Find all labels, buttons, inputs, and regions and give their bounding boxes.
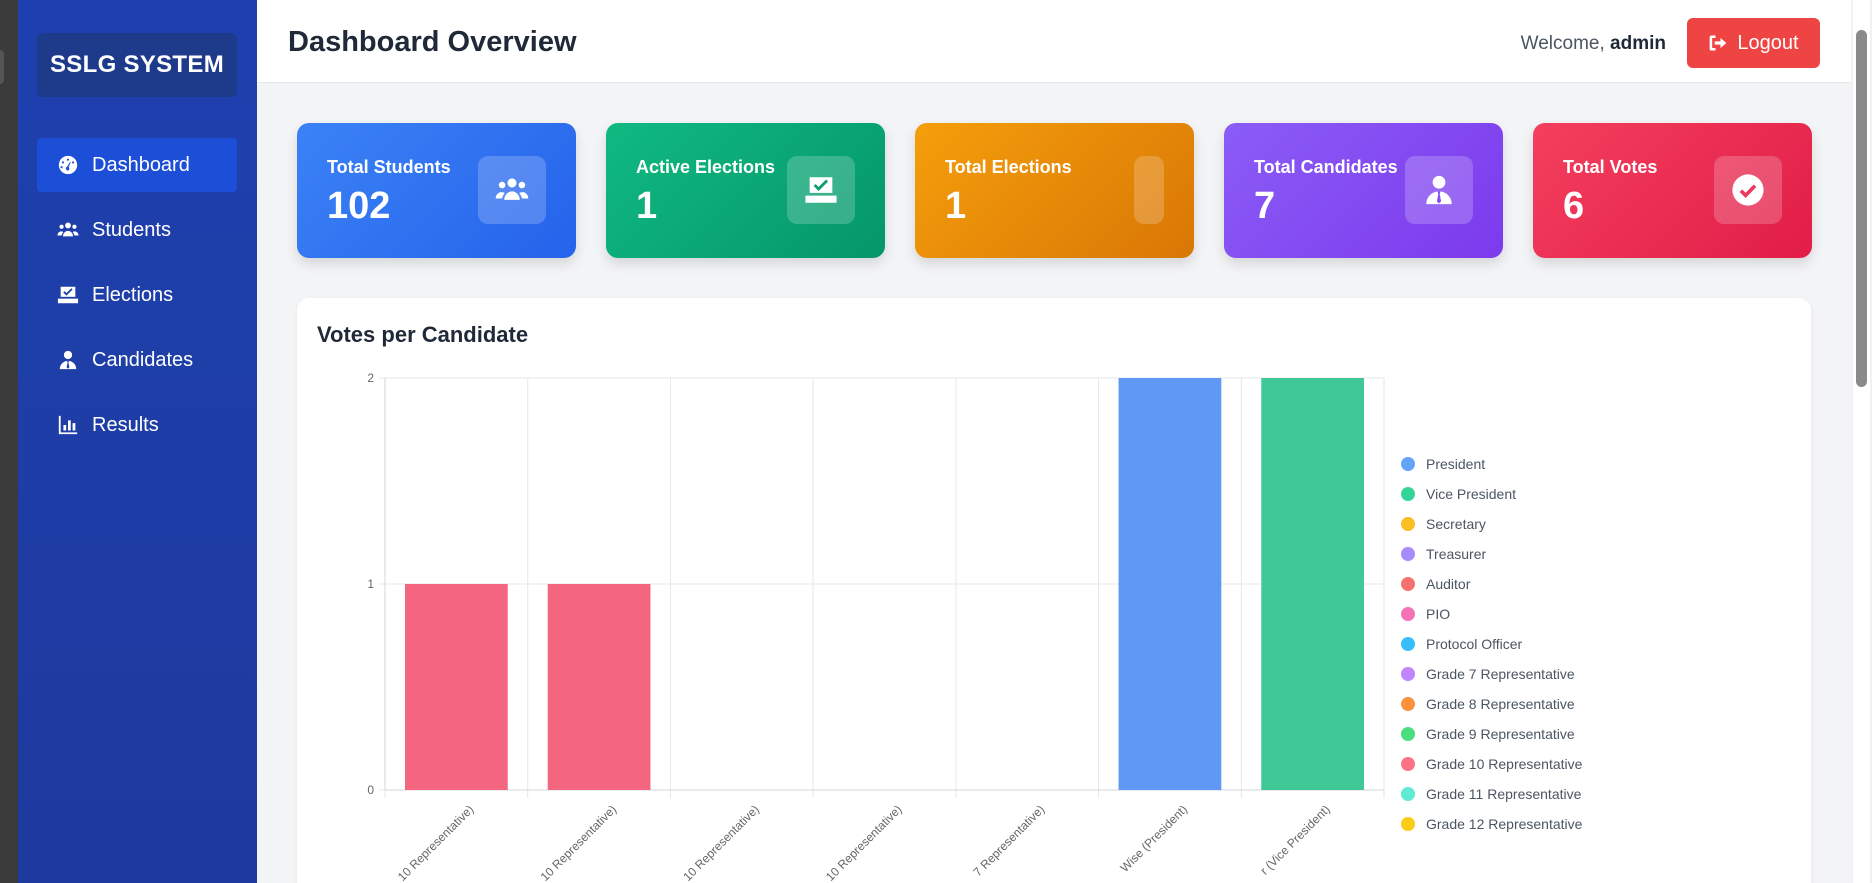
page-title: Dashboard Overview <box>288 26 577 58</box>
user-tie-icon <box>1405 156 1473 224</box>
legend-label: Treasurer <box>1426 546 1487 562</box>
ballot-box-icon <box>56 283 80 307</box>
legend-swatch <box>1401 457 1415 471</box>
sidebar: SSLG SYSTEM Dashboard Students Elections… <box>18 0 257 883</box>
legend-swatch <box>1401 607 1415 621</box>
stat-label: Active Elections <box>636 157 776 177</box>
x-tick-label: Wise (President) <box>1117 802 1190 875</box>
stat-label: Total Elections <box>945 157 1072 177</box>
box-icon <box>1134 156 1164 224</box>
legend-label: PIO <box>1426 606 1450 622</box>
bar-chart-icon <box>56 413 80 437</box>
stat-label: Total Students <box>327 157 451 177</box>
stat-card-total-candidates: Total Candidates 7 <box>1224 123 1503 258</box>
x-tick-label: 10 Representative) <box>538 802 620 883</box>
stat-label: Total Candidates <box>1254 157 1398 177</box>
ballot-box-icon <box>787 156 855 224</box>
legend-swatch <box>1401 517 1415 531</box>
stat-value: 7 <box>1254 185 1276 227</box>
stat-value: 1 <box>636 185 658 227</box>
gauge-icon <box>56 153 80 177</box>
sidebar-item-candidates[interactable]: Candidates <box>37 333 237 387</box>
logout-label: Logout <box>1737 31 1799 54</box>
sidebar-item-dashboard[interactable]: Dashboard <box>37 138 237 192</box>
stat-value: 1 <box>945 185 967 227</box>
legend-label: President <box>1426 456 1485 472</box>
x-tick-label: 7 Representative) <box>970 802 1047 879</box>
sidebar-item-label: Students <box>92 218 171 241</box>
sidebar-item-elections[interactable]: Elections <box>37 268 237 322</box>
legend-swatch <box>1401 727 1415 741</box>
legend-label: Grade 12 Representative <box>1426 816 1583 832</box>
window-edge-handle <box>0 50 4 84</box>
legend-swatch <box>1401 637 1415 651</box>
page-scrollbar[interactable] <box>1851 0 1872 883</box>
legend-swatch <box>1401 577 1415 591</box>
x-tick-label: r (Vice President) <box>1257 802 1332 877</box>
legend-swatch <box>1401 487 1415 501</box>
legend-swatch <box>1401 547 1415 561</box>
sidebar-nav: Dashboard Students Elections Candidates … <box>37 138 237 463</box>
users-icon <box>478 156 546 224</box>
legend-label: Grade 11 Representative <box>1426 786 1582 802</box>
stat-card-active-elections: Active Elections 1 <box>606 123 885 258</box>
y-tick-label: 0 <box>367 783 374 797</box>
legend-label: Auditor <box>1426 576 1471 592</box>
main-content: Dashboard Overview Welcome, admin Logout… <box>257 0 1851 883</box>
votes-chart-panel: Votes per Candidate 0 1 2 10 Representative… <box>297 298 1811 883</box>
legend-swatch <box>1401 787 1415 801</box>
votes-bar-chart: 0 1 2 10 Representative) 10 Representative) 1… <box>367 371 1583 883</box>
stat-card-total-students: Total Students 102 <box>297 123 576 258</box>
legend-label: Grade 9 Representative <box>1426 726 1575 742</box>
sidebar-item-label: Candidates <box>92 348 194 371</box>
sidebar-item-students[interactable]: Students <box>37 203 237 257</box>
legend-swatch <box>1401 667 1415 681</box>
y-tick-label: 2 <box>367 371 374 385</box>
legend-swatch <box>1401 757 1415 771</box>
window-edge <box>0 0 18 883</box>
sidebar-item-label: Results <box>92 413 159 436</box>
username: admin <box>1610 33 1666 54</box>
top-bar: Dashboard Overview Welcome, admin Logout <box>257 0 1851 83</box>
legend-swatch <box>1401 697 1415 711</box>
x-tick-label: 10 Representative) <box>680 802 762 883</box>
bar <box>404 584 508 790</box>
logout-icon <box>1710 35 1727 51</box>
stat-card-total-votes: Total Votes 6 <box>1533 123 1812 258</box>
sidebar-item-results[interactable]: Results <box>37 398 237 452</box>
welcome-text: Welcome, admin <box>1521 33 1666 55</box>
stat-label: Total Votes <box>1563 157 1658 177</box>
legend-label: Grade 8 Representative <box>1426 696 1575 712</box>
user-tie-icon <box>56 348 80 372</box>
y-tick-label: 1 <box>367 577 374 591</box>
logout-button[interactable]: Logout <box>1687 18 1820 68</box>
sidebar-item-label: Elections <box>92 283 174 306</box>
scrollbar-thumb[interactable] <box>1856 30 1867 387</box>
stat-card-total-elections: Total Elections 1 <box>915 123 1194 258</box>
check-circle-icon <box>1714 156 1782 224</box>
bar <box>1118 378 1222 790</box>
sidebar-item-label: Dashboard <box>92 153 190 176</box>
legend-label: Protocol Officer <box>1426 636 1523 652</box>
legend-label: Grade 10 Representative <box>1426 756 1583 772</box>
stats-cards: Total Students 102 Active Elections 1 To… <box>297 123 1812 258</box>
brand-logo: SSLG SYSTEM <box>37 33 237 97</box>
stat-value: 6 <box>1563 185 1585 227</box>
x-tick-label: 10 Representative) <box>395 802 477 883</box>
x-tick-label: 10 Representative) <box>823 802 905 883</box>
legend-label: Secretary <box>1426 516 1486 532</box>
legend-swatch <box>1401 817 1415 831</box>
stat-value: 102 <box>327 185 391 227</box>
bar <box>1261 378 1365 790</box>
users-icon <box>56 218 80 242</box>
welcome-prefix: Welcome, <box>1520 33 1605 54</box>
legend-label: Grade 7 Representative <box>1426 666 1575 682</box>
bar <box>547 584 651 790</box>
legend-label: Vice President <box>1426 486 1516 502</box>
